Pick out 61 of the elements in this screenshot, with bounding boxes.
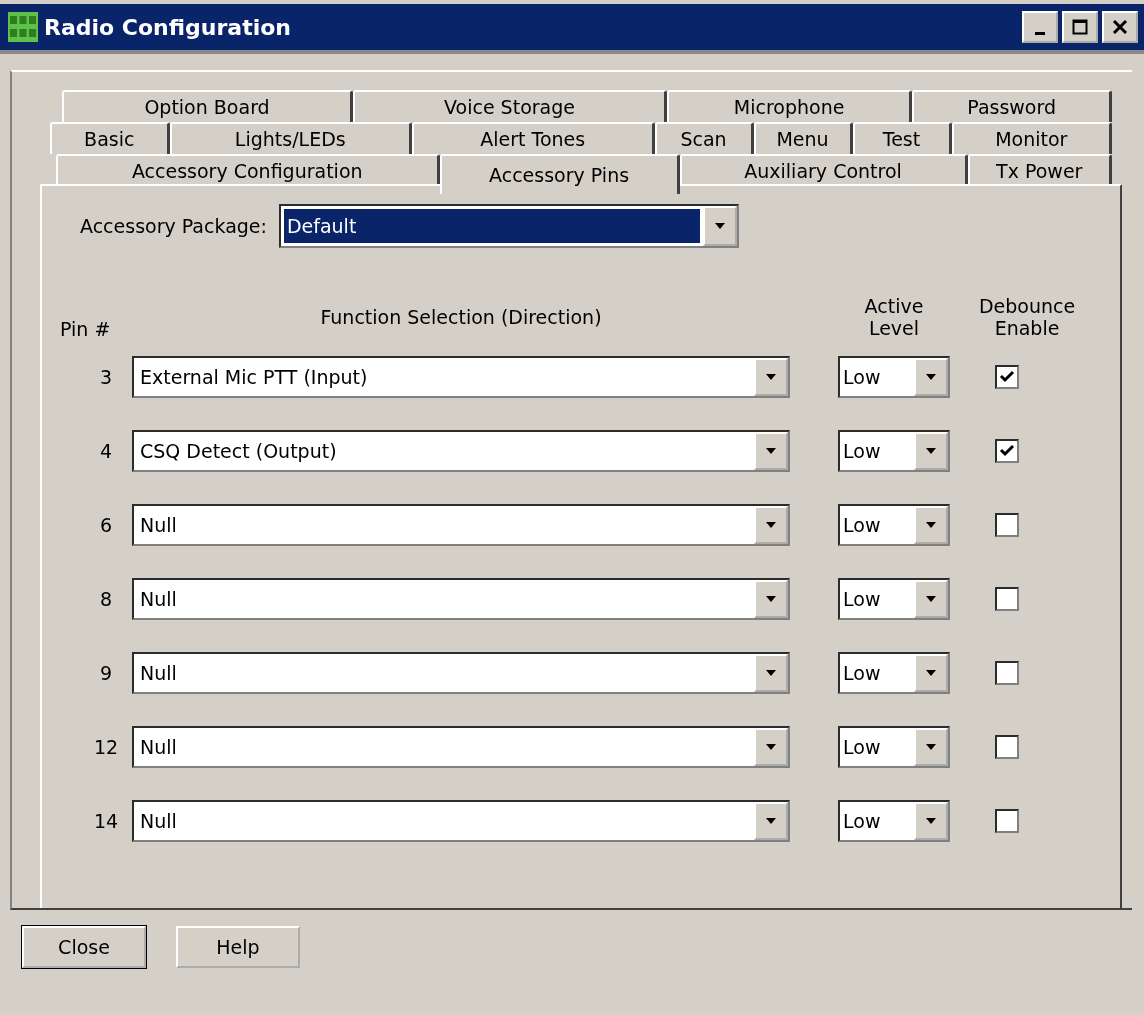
tab[interactable]: Alert Tones	[412, 122, 655, 154]
level-dropdown[interactable]: Low	[838, 504, 950, 546]
minimize-button[interactable]	[1022, 11, 1058, 43]
pin-number: 12	[92, 736, 120, 758]
debounce-checkbox[interactable]	[995, 661, 1019, 685]
dialog-button[interactable]: Close	[22, 926, 146, 968]
level-dropdown[interactable]: Low	[838, 578, 950, 620]
tab[interactable]: Test	[852, 122, 952, 154]
column-header: Active Level	[863, 296, 925, 340]
app-grid-icon	[8, 12, 38, 42]
pin-number: 3	[98, 366, 114, 388]
column-header: Debounce Enable	[977, 296, 1077, 340]
pin-number: 14	[92, 810, 120, 832]
function-dropdown[interactable]: Null	[132, 504, 790, 546]
function-dropdown[interactable]: External Mic PTT (Input)	[132, 356, 790, 398]
tab[interactable]: Basic	[50, 122, 170, 154]
debounce-checkbox[interactable]	[995, 439, 1019, 463]
column-header: Function Selection (Direction)	[319, 306, 603, 330]
tab[interactable]: Voice Storage	[353, 90, 667, 122]
level-dropdown[interactable]: Low	[838, 800, 950, 842]
window-title: Radio Configuration	[44, 14, 293, 40]
tab[interactable]: Auxiliary Control	[679, 154, 968, 186]
tab[interactable]: Password	[912, 90, 1112, 122]
tab[interactable]: Option Board	[62, 90, 354, 122]
level-dropdown[interactable]: Low	[838, 430, 950, 472]
function-dropdown[interactable]: CSQ Detect (Output)	[132, 430, 790, 472]
level-dropdown[interactable]: Low	[838, 652, 950, 694]
close-icon	[1112, 19, 1128, 35]
tab[interactable]: Tx Power	[967, 154, 1112, 186]
debounce-checkbox[interactable]	[995, 365, 1019, 389]
function-dropdown[interactable]: Null	[132, 800, 790, 842]
tab[interactable]: Scan	[654, 122, 754, 154]
checkmark-icon	[999, 444, 1015, 458]
tab[interactable]: Accessory Pins	[439, 154, 680, 194]
dialog-button[interactable]: Help	[176, 926, 300, 968]
tab[interactable]: Monitor	[951, 122, 1112, 154]
tab[interactable]: Menu	[753, 122, 853, 154]
maximize-button[interactable]	[1062, 11, 1098, 43]
debounce-checkbox[interactable]	[995, 735, 1019, 759]
level-dropdown[interactable]: Low	[838, 356, 950, 398]
function-dropdown[interactable]: Null	[132, 578, 790, 620]
pin-number: 4	[98, 440, 114, 462]
maximize-icon	[1072, 19, 1088, 35]
tab[interactable]: Accessory Configuration	[56, 154, 440, 186]
function-dropdown[interactable]: Null	[132, 652, 790, 694]
level-dropdown[interactable]: Low	[838, 726, 950, 768]
debounce-checkbox[interactable]	[995, 809, 1019, 833]
package-label: Accessory Package:	[80, 215, 267, 237]
pin-number: 6	[98, 514, 114, 536]
pin-number: 8	[98, 588, 114, 610]
debounce-checkbox[interactable]	[995, 587, 1019, 611]
pin-number: 9	[98, 662, 114, 684]
debounce-checkbox[interactable]	[995, 513, 1019, 537]
tab[interactable]: Lights/LEDs	[169, 122, 412, 154]
checkmark-icon	[999, 370, 1015, 384]
tab[interactable]: Microphone	[666, 90, 913, 122]
close-button[interactable]	[1102, 11, 1138, 43]
minimize-icon	[1035, 31, 1045, 35]
function-dropdown[interactable]: Null	[132, 726, 790, 768]
package-dropdown[interactable]: Default	[278, 204, 739, 248]
column-header: Pin #	[60, 318, 112, 340]
